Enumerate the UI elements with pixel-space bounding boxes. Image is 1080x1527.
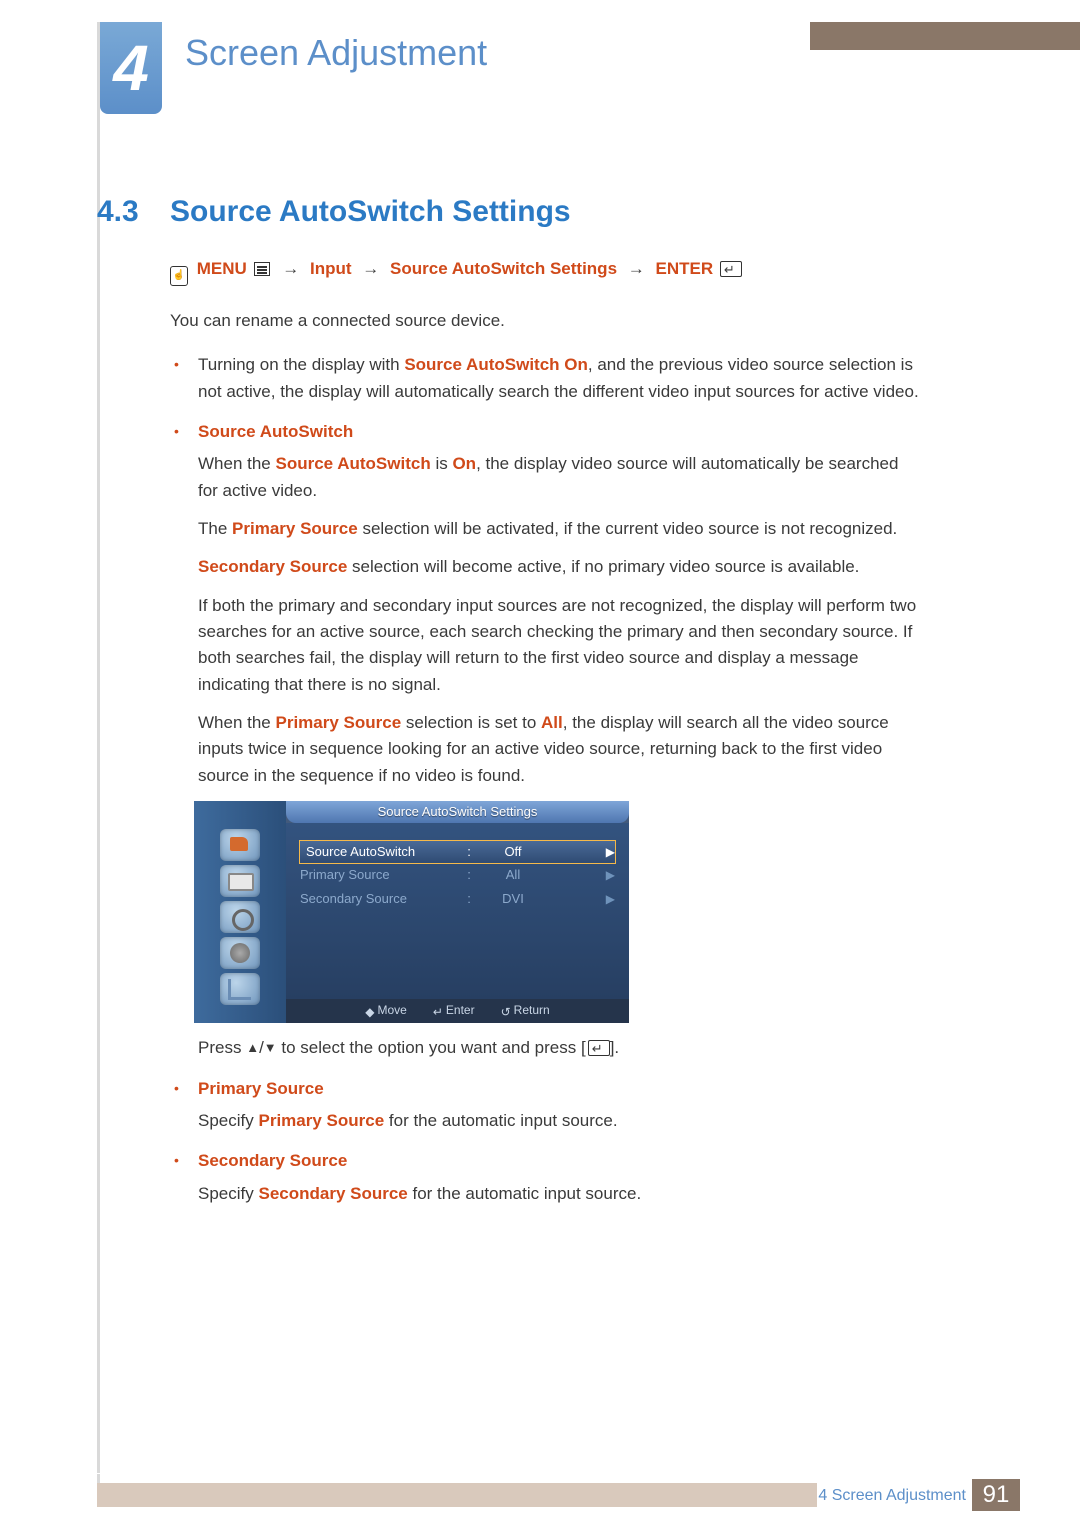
press-instruction: Press ▲/▼ to select the option you want …	[198, 1035, 920, 1061]
bullet-secondary-source: Secondary Source Specify Secondary Sourc…	[198, 1148, 920, 1207]
osd-move-hint: ◆Move	[365, 1001, 407, 1022]
chapter-title: Screen Adjustment	[185, 32, 487, 74]
bullet-primary-source: Primary Source Specify Primary Source fo…	[198, 1076, 920, 1135]
enter-icon	[720, 261, 742, 277]
source-autoswitch-p1: When the Source AutoSwitch is On, the di…	[198, 451, 920, 504]
intro-text: You can rename a connected source device…	[170, 308, 920, 334]
osd-row-secondary-source[interactable]: Secondary Source : DVI ▶	[300, 887, 615, 911]
footer-light-bar	[97, 1483, 817, 1507]
osd-footer: ◆Move ↵Enter ↺Return	[286, 999, 629, 1023]
source-autoswitch-p2: The Primary Source selection will be act…	[198, 516, 920, 542]
chevron-right-icon: ▶	[606, 890, 615, 909]
chevron-right-icon: ▶	[606, 843, 615, 862]
arrow-icon: →	[628, 259, 645, 278]
left-margin-rule	[97, 22, 100, 1507]
osd-side-icon-setup	[220, 937, 260, 969]
osd-side-icon-input	[220, 829, 260, 861]
source-autoswitch-p3: Secondary Source selection will become a…	[198, 554, 920, 580]
footer-chapter-label: 4 Screen Adjustment	[818, 1487, 966, 1505]
arrow-icon: →	[362, 259, 379, 278]
section-number: 4.3	[97, 195, 139, 229]
osd-side-icon-picture	[220, 865, 260, 897]
secondary-source-heading: Secondary Source	[198, 1148, 920, 1174]
remote-icon: ☝	[170, 266, 188, 286]
osd-title: Source AutoSwitch Settings	[286, 801, 629, 823]
source-autoswitch-p5: When the Primary Source selection is set…	[198, 710, 920, 789]
chapter-number-tab: 4	[100, 22, 162, 114]
bullet-turning-on: Turning on the display with Source AutoS…	[198, 352, 920, 405]
bullet-source-autoswitch: Source AutoSwitch When the Source AutoSw…	[198, 419, 920, 1061]
bullet-list: Turning on the display with Source AutoS…	[170, 352, 920, 1207]
osd-row-source-autoswitch[interactable]: Source AutoSwitch : Off ▶	[299, 840, 616, 864]
page-number: 91	[972, 1479, 1020, 1511]
chapter-number: 4	[113, 31, 149, 105]
chevron-right-icon: ▶	[606, 866, 615, 885]
menu-navigation-path: ☝ MENU → Input → Source AutoSwitch Setti…	[170, 256, 920, 286]
osd-body: Source AutoSwitch : Off ▶ Primary Source…	[286, 823, 629, 999]
osd-sidebar	[194, 801, 286, 1023]
nav-input-label: Input	[310, 259, 352, 278]
enter-icon	[588, 1040, 610, 1056]
osd-side-icon-sound	[220, 901, 260, 933]
osd-return-hint: ↺Return	[501, 1001, 550, 1022]
osd-menu-screenshot: Source AutoSwitch Settings Source AutoSw…	[194, 801, 629, 1023]
menu-icon	[254, 262, 270, 276]
source-autoswitch-heading: Source AutoSwitch	[198, 419, 920, 445]
arrow-icon: →	[282, 259, 299, 278]
nav-enter-label: ENTER	[656, 259, 714, 278]
source-autoswitch-p4: If both the primary and secondary input …	[198, 593, 920, 698]
page-footer: 4 Screen Adjustment 91	[97, 1473, 1020, 1507]
down-triangle-icon: ▼	[264, 1040, 277, 1055]
osd-enter-hint: ↵Enter	[433, 1001, 475, 1022]
osd-side-icon-multi	[220, 973, 260, 1005]
header-accent-bar	[810, 22, 1080, 50]
content-area: ☝ MENU → Input → Source AutoSwitch Setti…	[170, 256, 920, 1221]
section-title: Source AutoSwitch Settings	[170, 195, 571, 229]
nav-menu-label: MENU	[197, 259, 247, 278]
primary-source-heading: Primary Source	[198, 1076, 920, 1102]
up-triangle-icon: ▲	[246, 1040, 259, 1055]
nav-source-autoswitch-label: Source AutoSwitch Settings	[390, 259, 617, 278]
osd-row-primary-source[interactable]: Primary Source : All ▶	[300, 863, 615, 887]
